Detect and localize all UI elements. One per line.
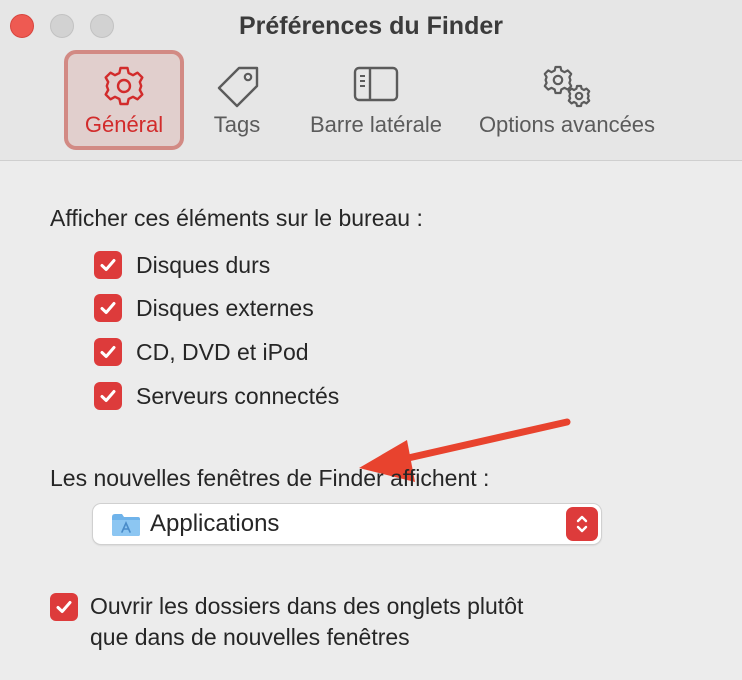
checkbox-external-disks[interactable]: Disques externes <box>94 293 314 323</box>
checkbox-cd-dvd-ipod[interactable]: CD, DVD et iPod <box>94 337 309 367</box>
tab-tags[interactable]: Tags <box>198 50 276 150</box>
desktop-items-label: Afficher ces éléments sur le bureau : <box>50 205 423 231</box>
new-windows-label: Les nouvelles fenêtres de Finder affiche… <box>50 465 490 491</box>
tab-sidebar-label: Barre latérale <box>309 112 443 137</box>
tab-tags-label: Tags <box>213 112 261 137</box>
chevron-up-down-icon[interactable] <box>566 507 598 541</box>
checkmark-icon[interactable] <box>94 294 122 322</box>
checkbox-hard-disks[interactable]: Disques durs <box>94 250 270 280</box>
tab-advanced[interactable]: Options avancées <box>468 50 666 150</box>
checkbox-label: Ouvrir les dossiers dans des onglets plu… <box>90 591 523 653</box>
tab-sidebar[interactable]: Barre latérale <box>300 50 452 150</box>
checkmark-icon[interactable] <box>94 338 122 366</box>
applications-folder-icon <box>111 513 141 542</box>
tab-advanced-label: Options avancées <box>478 112 656 137</box>
checkmark-icon[interactable] <box>94 251 122 279</box>
sidebar-icon <box>352 64 400 109</box>
checkbox-label: Serveurs connectés <box>136 382 340 409</box>
gears-icon <box>539 64 595 115</box>
general-panel: Afficher ces éléments sur le bureau : Di… <box>0 161 742 680</box>
checkbox-connected-servers[interactable]: Serveurs connectés <box>94 381 339 411</box>
checkbox-label-line2: que dans de nouvelles fenêtres <box>90 624 410 650</box>
checkbox-label: CD, DVD et iPod <box>136 338 309 365</box>
tab-general[interactable]: Général <box>64 50 184 150</box>
checkmark-icon[interactable] <box>50 593 78 621</box>
tag-icon <box>213 64 261 115</box>
tab-general-label: Général <box>84 112 164 137</box>
new-windows-select[interactable]: Applications <box>93 504 601 544</box>
select-value: Applications <box>150 510 280 537</box>
toolbar: Préférences du Finder Général Tags Barre… <box>0 0 742 161</box>
checkbox-label: Disques durs <box>136 251 271 278</box>
checkbox-label: Disques externes <box>136 294 314 321</box>
checkmark-icon[interactable] <box>94 382 122 410</box>
gear-icon <box>102 64 146 113</box>
checkbox-label-line1: Ouvrir les dossiers dans des onglets plu… <box>90 593 524 619</box>
window-title: Préférences du Finder <box>239 12 503 40</box>
